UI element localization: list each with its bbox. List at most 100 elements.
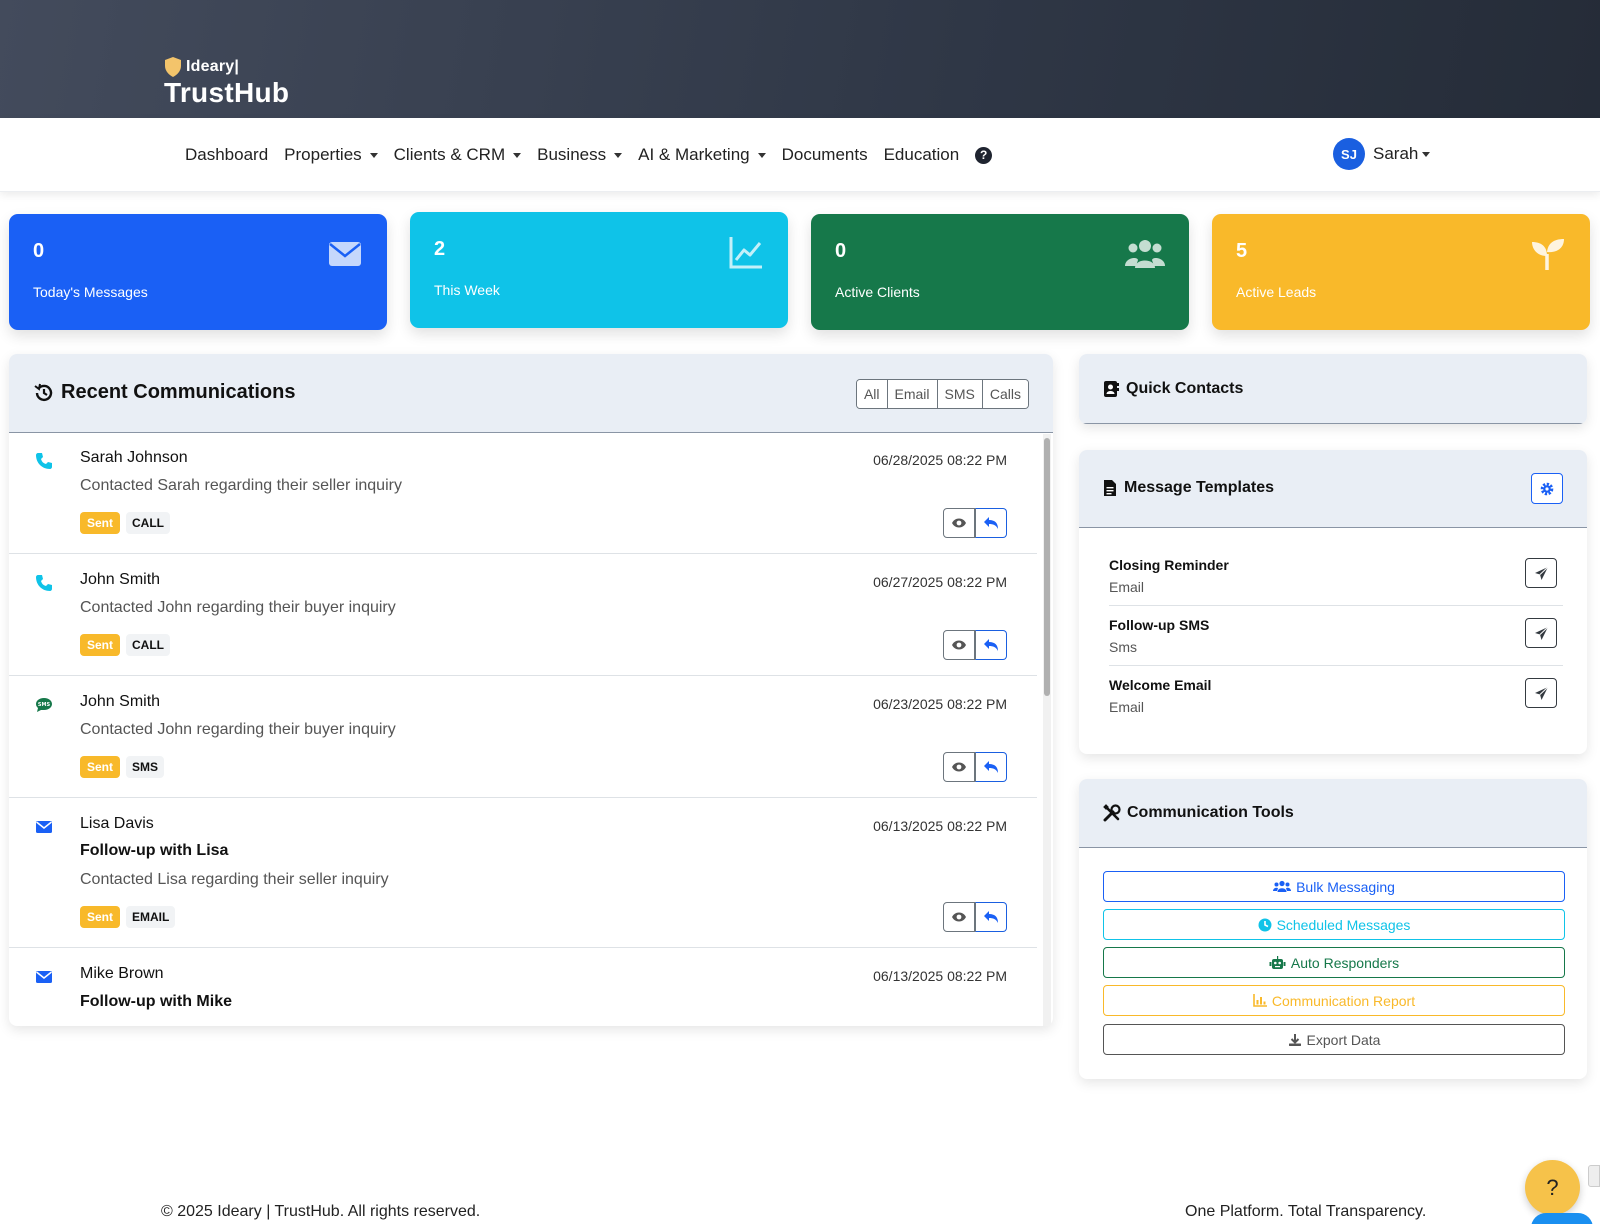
send-template-button[interactable] [1525, 678, 1557, 708]
scheduled-messages-button[interactable]: Scheduled Messages [1103, 909, 1565, 940]
nav-item-dashboard[interactable]: Dashboard [185, 145, 268, 165]
recent-communications-panel: Recent Communications All Email SMS Call… [9, 354, 1053, 1026]
nav-item-ai-marketing[interactable]: AI & Marketing [638, 145, 766, 165]
nav-item-education[interactable]: Education [884, 145, 960, 165]
phone-icon [36, 575, 52, 591]
scroll-top-button[interactable] [1531, 1213, 1593, 1224]
badges: Sent CALL [80, 634, 171, 656]
message-subject: Follow-up with Mike [80, 993, 232, 1010]
user-name: Sarah [1373, 144, 1419, 163]
view-button[interactable] [943, 508, 975, 538]
filter-sms[interactable]: SMS [937, 380, 983, 408]
contact-name: John Smith [80, 571, 161, 588]
filter-calls[interactable]: Calls [982, 380, 1028, 408]
users-icon [1273, 880, 1292, 892]
status-badge: Sent [80, 634, 121, 656]
timestamp: 06/13/2025 08:22 PM [873, 968, 1007, 984]
message-description: Contacted Lisa regarding their seller in… [80, 871, 389, 888]
list-item: Mike Brown 06/13/2025 08:22 PM Follow-up… [9, 948, 1037, 1026]
template-item: Closing Reminder Email [1109, 546, 1563, 606]
scrollbar-thumb[interactable] [1044, 438, 1050, 696]
panel-title: Message Templates [1103, 479, 1274, 497]
contact-name: John Smith [80, 693, 161, 710]
footer-copyright: © 2025 Ideary | TrustHub. All rights res… [161, 1203, 481, 1220]
phone-icon [36, 453, 52, 469]
panel-title: Recent Communications [33, 381, 295, 404]
help-button[interactable]: ? [1525, 1160, 1580, 1215]
shield-icon [165, 57, 181, 77]
nav-item-business[interactable]: Business [537, 145, 623, 165]
timestamp: 06/23/2025 08:22 PM [873, 696, 1007, 712]
message-description: Contacted Sarah regarding their seller i… [80, 477, 402, 494]
panel-header: Recent Communications All Email SMS Call… [9, 354, 1053, 433]
reply-icon [984, 761, 998, 773]
row-actions [943, 752, 1007, 782]
view-button[interactable] [943, 902, 975, 932]
address-book-icon [1104, 381, 1119, 397]
contact-name: Lisa Davis [80, 815, 154, 832]
nav-item-help[interactable]: ? [975, 146, 993, 164]
users-icon [1125, 240, 1165, 268]
list-item: Sarah Johnson 06/28/2025 08:22 PM Contac… [9, 432, 1037, 554]
row-actions [943, 508, 1007, 538]
envelope-icon [329, 242, 361, 266]
send-template-button[interactable] [1525, 618, 1557, 648]
bulk-messaging-button[interactable]: Bulk Messaging [1103, 871, 1565, 902]
stat-card-this-week: 2 This Week [410, 212, 788, 328]
question-circle-icon: ? [975, 146, 993, 164]
eye-icon [952, 762, 966, 772]
filter-all[interactable]: All [856, 380, 888, 408]
view-button[interactable] [943, 752, 975, 782]
view-button[interactable] [943, 630, 975, 660]
reply-button[interactable] [975, 752, 1007, 782]
top-header: Ideary| TrustHub [0, 0, 1600, 118]
template-type: Email [1109, 579, 1145, 595]
caret-down-icon [614, 152, 623, 158]
stat-value: 0 [33, 240, 45, 262]
list-item: SMS John Smith 06/23/2025 08:22 PM Conta… [9, 676, 1037, 798]
timestamp: 06/13/2025 08:22 PM [873, 818, 1007, 834]
communications-list[interactable]: Sarah Johnson 06/28/2025 08:22 PM Contac… [9, 432, 1037, 1026]
nav-item-clients-crm[interactable]: Clients & CRM [394, 145, 522, 165]
message-subject: Follow-up with Lisa [80, 842, 229, 859]
svg-text:SMS: SMS [38, 702, 51, 708]
send-template-button[interactable] [1525, 558, 1557, 588]
eye-icon [952, 640, 966, 650]
nav-item-documents[interactable]: Documents [782, 145, 868, 165]
template-settings-button[interactable] [1531, 473, 1563, 504]
reply-button[interactable] [975, 508, 1007, 538]
stat-card-todays-messages: 0 Today's Messages [9, 214, 387, 330]
template-name: Closing Reminder [1109, 557, 1229, 573]
status-badge: Sent [80, 512, 121, 534]
contact-name: Sarah Johnson [80, 449, 188, 466]
caret-down-icon [757, 152, 766, 158]
auto-responders-button[interactable]: Auto Responders [1103, 947, 1565, 978]
side-tab[interactable] [1588, 1165, 1600, 1187]
stat-label: Active Clients [835, 284, 920, 300]
footer-tagline: One Platform. Total Transparency. [1185, 1203, 1427, 1220]
caret-down-icon [369, 152, 378, 158]
reply-button[interactable] [975, 630, 1007, 660]
export-data-button[interactable]: Export Data [1103, 1024, 1565, 1055]
download-icon [1288, 1033, 1301, 1046]
reply-button[interactable] [975, 902, 1007, 932]
file-alt-icon [1104, 480, 1116, 496]
type-badge: CALL [126, 634, 171, 656]
sms-icon: SMS [36, 698, 52, 712]
paper-plane-icon [1534, 626, 1548, 640]
user-menu[interactable]: SJ Sarah [1333, 138, 1431, 170]
type-badge: EMAIL [126, 906, 176, 928]
communication-report-button[interactable]: Communication Report [1103, 985, 1565, 1016]
template-type: Sms [1109, 639, 1137, 655]
nav-item-properties[interactable]: Properties [284, 145, 378, 165]
status-badge: Sent [80, 906, 121, 928]
stat-value: 0 [835, 240, 847, 262]
list-item: Lisa Davis 06/13/2025 08:22 PM Follow-up… [9, 798, 1037, 948]
filter-email[interactable]: Email [887, 380, 938, 408]
scrollbar[interactable] [1043, 434, 1051, 1026]
brand-logo[interactable]: Ideary| TrustHub [164, 57, 289, 108]
stat-value: 5 [1236, 240, 1248, 262]
type-badge: SMS [126, 756, 165, 778]
panel-header: Message Templates [1079, 450, 1587, 528]
filter-group: All Email SMS Calls [855, 379, 1029, 409]
